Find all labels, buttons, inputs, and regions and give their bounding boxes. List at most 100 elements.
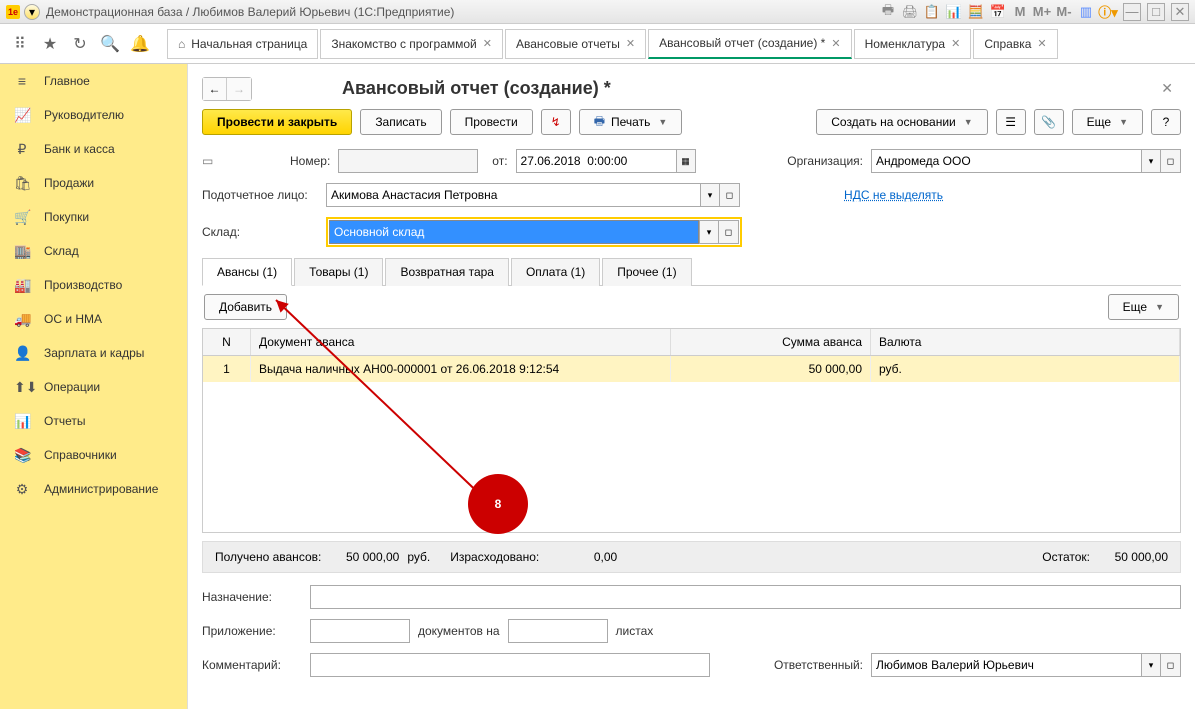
- print-button[interactable]: 🖶Печать▼: [579, 109, 683, 135]
- sidebar-item-8[interactable]: 👤Зарплата и кадры: [0, 336, 187, 370]
- sidebar-item-12[interactable]: ⚙ Администрирование: [0, 472, 187, 506]
- docs-count-input[interactable]: [310, 619, 410, 643]
- tab-4[interactable]: Номенклатура✕: [854, 29, 972, 59]
- doc-tab-0[interactable]: Авансы (1): [202, 258, 292, 286]
- tab-close-icon[interactable]: ✕: [831, 37, 840, 50]
- org-open-icon[interactable]: ◻: [1161, 149, 1181, 173]
- calc-icon[interactable]: 🧮: [967, 3, 985, 21]
- responsible-input[interactable]: [871, 653, 1141, 677]
- tab-label: Справка: [984, 37, 1031, 51]
- comment-input[interactable]: [310, 653, 710, 677]
- sidebar-item-4[interactable]: 🛒Покупки: [0, 200, 187, 234]
- attach-icon[interactable]: 📎: [1034, 109, 1064, 135]
- table-row[interactable]: 1 Выдача наличных АН00-000001 от 26.06.2…: [203, 356, 1180, 382]
- printer2-icon[interactable]: 🖨: [901, 3, 919, 21]
- doc-tab-3[interactable]: Оплата (1): [511, 258, 600, 286]
- m-plus-icon[interactable]: M+: [1033, 3, 1051, 21]
- col-n[interactable]: N: [203, 329, 251, 355]
- person-open-icon[interactable]: ◻: [720, 183, 740, 207]
- col-cur[interactable]: Валюта: [871, 329, 1180, 355]
- sheets-label: листах: [616, 624, 654, 638]
- maximize-button[interactable]: □: [1147, 3, 1165, 21]
- window-title: Демонстрационная база / Любимов Валерий …: [46, 5, 879, 19]
- calendar-picker-icon[interactable]: ▦: [676, 149, 696, 173]
- chart-icon[interactable]: 📊: [945, 3, 963, 21]
- m-minus-icon[interactable]: M-: [1055, 3, 1073, 21]
- org-dropdown-icon[interactable]: ▾: [1141, 149, 1161, 173]
- star-icon[interactable]: ★: [36, 30, 64, 58]
- more-button[interactable]: Еще▼: [1072, 109, 1143, 135]
- app-menu-dropdown[interactable]: ▾: [24, 4, 40, 20]
- tab-close-icon[interactable]: ✕: [626, 37, 635, 50]
- sidebar-item-10[interactable]: 📊Отчеты: [0, 404, 187, 438]
- tab-2[interactable]: Авансовые отчеты✕: [505, 29, 646, 59]
- responsible-dropdown-icon[interactable]: ▾: [1141, 653, 1161, 677]
- sidebar-item-7[interactable]: 🚚ОС и НМА: [0, 302, 187, 336]
- warehouse-input[interactable]: [329, 220, 699, 244]
- nav-forward-button[interactable]: →: [227, 78, 251, 100]
- sidebar-item-5[interactable]: 🏬Склад: [0, 234, 187, 268]
- sidebar-item-11[interactable]: 📚Справочники: [0, 438, 187, 472]
- tab-close-icon[interactable]: ✕: [1037, 37, 1046, 50]
- close-page-button[interactable]: ✕: [1153, 76, 1181, 101]
- tab-5[interactable]: Справка ✕: [973, 29, 1057, 59]
- calendar-icon[interactable]: 📅: [989, 3, 1007, 21]
- panels-icon[interactable]: ▥: [1077, 3, 1095, 21]
- post-and-close-button[interactable]: Провести и закрыть: [202, 109, 352, 135]
- person-input[interactable]: [326, 183, 700, 207]
- col-sum[interactable]: Сумма аванса: [671, 329, 871, 355]
- doc-tab-1[interactable]: Товары (1): [294, 258, 383, 286]
- sidebar-item-9[interactable]: ⬆⬇Операции: [0, 370, 187, 404]
- nav-back-button[interactable]: ←: [203, 78, 227, 100]
- tab-label: Авансовый отчет (создание) *: [659, 36, 825, 50]
- person-dropdown-icon[interactable]: ▾: [700, 183, 720, 207]
- purpose-input[interactable]: [310, 585, 1181, 609]
- help-button[interactable]: ?: [1151, 109, 1181, 135]
- sheets-count-input[interactable]: [508, 619, 608, 643]
- history-icon[interactable]: ↻: [66, 30, 94, 58]
- sidebar-item-6[interactable]: 🏭Производство: [0, 268, 187, 302]
- responsible-open-icon[interactable]: ◻: [1161, 653, 1181, 677]
- grid-empty-area[interactable]: [203, 382, 1180, 532]
- minimize-button[interactable]: —: [1123, 3, 1141, 21]
- write-button[interactable]: Записать: [360, 109, 441, 135]
- structure-icon[interactable]: ☰: [996, 109, 1026, 135]
- sidebar-item-0[interactable]: ≡Главное: [0, 64, 187, 98]
- dt-kt-icon[interactable]: ↯: [541, 109, 571, 135]
- add-row-button[interactable]: Добавить: [204, 294, 287, 320]
- warehouse-dropdown-icon[interactable]: ▾: [699, 220, 719, 244]
- doc-tab-2[interactable]: Возвратная тара: [385, 258, 509, 286]
- m-icon[interactable]: M: [1011, 3, 1029, 21]
- totals-bar: Получено авансов: 50 000,00 руб. Израсхо…: [202, 541, 1181, 573]
- tab-3[interactable]: Авансовый отчет (создание) * ✕: [648, 29, 851, 59]
- sidebar-item-1[interactable]: 📈Руководителю: [0, 98, 187, 132]
- tab-close-icon[interactable]: ✕: [483, 37, 492, 50]
- post-button[interactable]: Провести: [450, 109, 533, 135]
- tab-close-icon[interactable]: ✕: [951, 37, 960, 50]
- bell-icon[interactable]: 🔔: [126, 30, 154, 58]
- org-input[interactable]: [871, 149, 1141, 173]
- sidebar-item-3[interactable]: 🛍Продажи: [0, 166, 187, 200]
- sidebar-icon: ⚙: [14, 481, 30, 498]
- col-doc[interactable]: Документ аванса: [251, 329, 671, 355]
- tab-0[interactable]: ⌂Начальная страница: [167, 29, 318, 59]
- vat-link[interactable]: НДС не выделять: [844, 188, 943, 202]
- sidebar-label: Администрирование: [44, 482, 158, 496]
- grid-more-button[interactable]: Еще▼: [1108, 294, 1179, 320]
- apps-icon[interactable]: ⠿: [6, 30, 34, 58]
- clipboard-icon[interactable]: 📋: [923, 3, 941, 21]
- sidebar-icon: 📊: [14, 413, 30, 430]
- tab-1[interactable]: Знакомство с программой✕: [320, 29, 503, 59]
- doc-tab-4[interactable]: Прочее (1): [602, 258, 691, 286]
- create-based-button[interactable]: Создать на основании▼: [816, 109, 987, 135]
- sidebar-icon: 🚚: [14, 311, 30, 328]
- print-icon[interactable]: 🖶: [879, 3, 897, 21]
- close-window-button[interactable]: ✕: [1171, 3, 1189, 21]
- sidebar-item-2[interactable]: ₽Банк и касса: [0, 132, 187, 166]
- number-input[interactable]: [338, 149, 478, 173]
- cell-sum: 50 000,00: [671, 356, 871, 382]
- info-icon[interactable]: ⓘ▾: [1099, 3, 1117, 21]
- search-icon[interactable]: 🔍: [96, 30, 124, 58]
- date-input[interactable]: [516, 149, 676, 173]
- warehouse-open-icon[interactable]: ◻: [719, 220, 739, 244]
